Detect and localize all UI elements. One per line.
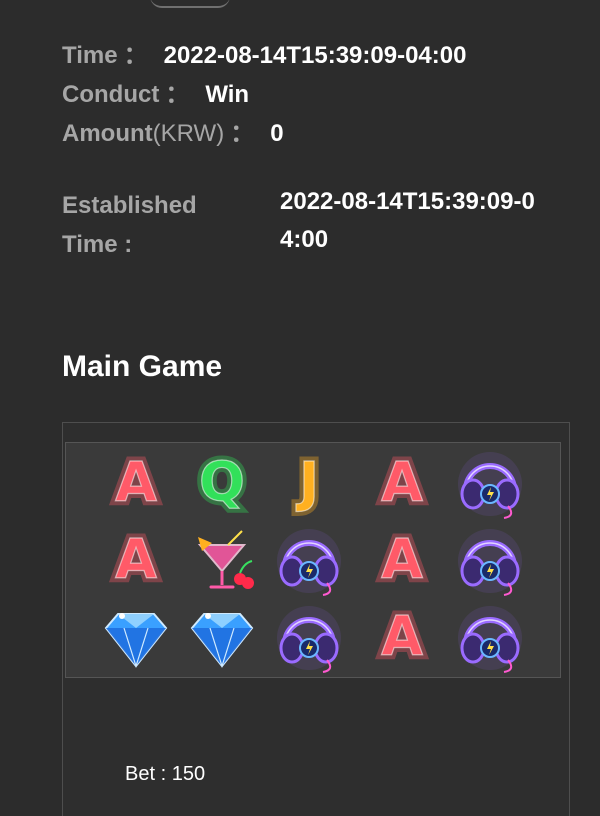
svg-text:A: A bbox=[381, 605, 423, 668]
bet-line: Bet : 150 bbox=[125, 763, 205, 786]
amount-value: 0 bbox=[270, 120, 284, 147]
conduct-value: Win bbox=[205, 81, 250, 108]
headphones-symbol bbox=[458, 529, 522, 596]
time-row: Time ： 2022-08-14T15:39:09-04:00 bbox=[62, 41, 466, 71]
svg-text:J: J bbox=[295, 451, 319, 514]
conduct-label: Conduct bbox=[62, 81, 160, 108]
reel-symbols-svg: AA QQ JJ AAAA AAAA bbox=[104, 446, 522, 673]
amount-label: Amount(KRW) bbox=[62, 119, 224, 149]
letter-a-symbol: AA bbox=[377, 446, 428, 518]
bet-detail-page: Time ： 2022-08-14T15:39:09-04:00 Conduct… bbox=[0, 0, 600, 816]
top-cutoff-element bbox=[150, 0, 230, 8]
letter-a-symbol: AA bbox=[377, 523, 428, 595]
svg-text:Q: Q bbox=[199, 451, 245, 514]
amount-row: Amount(KRW) ： 0 bbox=[62, 119, 284, 149]
time-value: 2022-08-14T15:39:09-04:00 bbox=[163, 42, 467, 69]
headphones-symbol bbox=[458, 452, 522, 519]
headphones-symbol bbox=[458, 606, 522, 673]
conduct-colon: ： bbox=[165, 81, 190, 108]
conduct-row: Conduct ： Win bbox=[62, 80, 249, 110]
amount-unit: (KRW) bbox=[152, 120, 225, 147]
bet-separator: : bbox=[155, 763, 172, 785]
main-game-card: AAQQJJAAAAAAAA Bet : 150 bbox=[62, 422, 570, 816]
amount-label-text: Amount bbox=[62, 120, 153, 147]
letter-j-symbol: JJ bbox=[290, 446, 323, 518]
diamond-symbol bbox=[190, 613, 254, 668]
svg-text:A: A bbox=[381, 451, 423, 514]
main-game-title: Main Game bbox=[62, 350, 223, 383]
diamond-symbol bbox=[104, 613, 168, 668]
headphones-symbol bbox=[277, 606, 341, 673]
bet-value: 150 bbox=[171, 763, 206, 785]
cocktail-symbol bbox=[197, 530, 254, 589]
letter-a-symbol: AA bbox=[111, 446, 162, 518]
letter-a-symbol: AA bbox=[377, 600, 428, 672]
bet-label: Bet bbox=[125, 763, 156, 785]
established-time-value: 2022-08-14T15:39:09-04:00 bbox=[280, 188, 535, 253]
letter-a-symbol: AA bbox=[111, 523, 162, 595]
headphones-symbol bbox=[277, 529, 341, 596]
svg-text:A: A bbox=[115, 451, 157, 514]
svg-text:A: A bbox=[381, 528, 423, 591]
established-time-label: Established Time : bbox=[62, 192, 197, 258]
time-colon: ： bbox=[123, 42, 148, 69]
svg-text:A: A bbox=[115, 528, 157, 591]
time-label: Time bbox=[62, 42, 118, 69]
slot-reel-grid: AAQQJJAAAAAAAA bbox=[65, 442, 561, 678]
letter-q-symbol: QQ bbox=[195, 446, 250, 518]
amount-colon: ： bbox=[230, 120, 255, 147]
